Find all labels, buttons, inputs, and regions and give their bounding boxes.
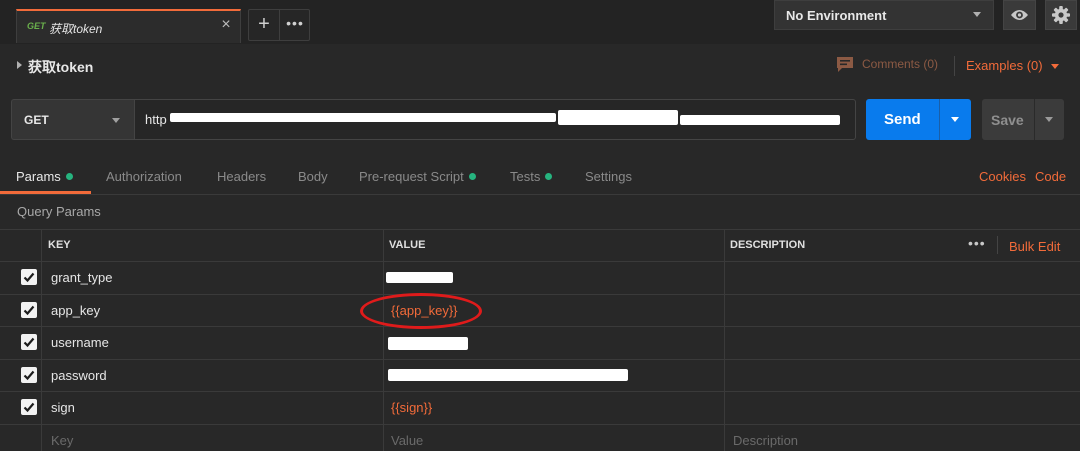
- table-row-new: Key Value Description: [0, 424, 1080, 451]
- chevron-down-icon[interactable]: [951, 117, 959, 122]
- new-key-input[interactable]: Key: [51, 433, 73, 448]
- query-params-table: KEY VALUE DESCRIPTION grant_type app_key…: [0, 229, 1080, 451]
- column-header-value: VALUE: [389, 239, 426, 251]
- eye-icon: [1011, 10, 1028, 20]
- new-value-input[interactable]: Value: [391, 433, 423, 448]
- comments-label: Comments (0): [862, 57, 939, 71]
- cookies-link[interactable]: Cookies: [979, 169, 1026, 184]
- checkmark-icon: [23, 305, 35, 316]
- table-row: sign {{sign}}: [0, 391, 1080, 423]
- redacted-url: [170, 113, 556, 122]
- tab-prerequest-label: Pre-request Script: [359, 169, 464, 184]
- caret-right-icon[interactable]: [17, 61, 22, 69]
- redacted-value: [386, 272, 453, 283]
- new-description-input[interactable]: Description: [733, 433, 798, 448]
- chevron-down-icon: [1051, 64, 1059, 69]
- status-dot: [545, 173, 553, 180]
- redacted-value: [388, 337, 468, 350]
- query-params-heading: Query Params: [17, 204, 101, 219]
- comment-icon: [837, 57, 853, 72]
- examples-dropdown[interactable]: Examples (0): [966, 58, 1043, 73]
- param-key[interactable]: app_key: [51, 303, 100, 318]
- request-tab-name: 获取token: [49, 22, 103, 36]
- request-subtabs: Params Authorization Headers Body Pre-re…: [0, 160, 1080, 195]
- gear-icon: [1052, 6, 1070, 24]
- more-tabs-icon[interactable]: •••: [280, 10, 310, 40]
- param-value[interactable]: {{sign}}: [391, 400, 432, 415]
- new-tab-button[interactable]: +: [249, 10, 280, 40]
- tab-settings[interactable]: Settings: [585, 169, 632, 184]
- checkmark-icon: [23, 402, 35, 413]
- method-select-label: GET: [24, 113, 49, 127]
- more-options-icon[interactable]: •••: [968, 235, 986, 251]
- environment-select-label: No Environment: [786, 8, 887, 23]
- divider: [954, 56, 955, 76]
- column-header-key: KEY: [48, 239, 71, 251]
- param-key[interactable]: grant_type: [51, 270, 112, 285]
- request-tab[interactable]: GET 获取token ×: [16, 9, 241, 43]
- request-title[interactable]: 获取token: [28, 57, 93, 77]
- annotation-circle: [360, 293, 482, 329]
- request-tab-method: GET: [27, 21, 46, 31]
- param-key[interactable]: password: [51, 368, 107, 383]
- divider: [997, 236, 998, 254]
- url-text: http: [145, 112, 167, 127]
- checkmark-icon: [23, 370, 35, 381]
- status-dot: [65, 173, 73, 180]
- tab-headers[interactable]: Headers: [217, 169, 266, 184]
- chevron-down-icon[interactable]: [1045, 117, 1053, 122]
- environment-select[interactable]: No Environment: [774, 0, 994, 30]
- tab-params-label: Params: [16, 169, 61, 184]
- save-button-label: Save: [991, 112, 1024, 128]
- row-checkbox[interactable]: [21, 302, 37, 318]
- tab-params[interactable]: Params: [16, 169, 73, 184]
- row-checkbox[interactable]: [21, 367, 37, 383]
- status-dot: [468, 173, 476, 180]
- row-checkbox[interactable]: [21, 269, 37, 285]
- active-tab-indicator: [0, 191, 91, 194]
- checkmark-icon: [23, 337, 35, 348]
- tab-prerequest-script[interactable]: Pre-request Script: [359, 169, 476, 184]
- environment-quick-look-button[interactable]: [1003, 0, 1036, 30]
- tab-tests[interactable]: Tests: [510, 169, 553, 184]
- table-row: app_key {{app_key}}: [0, 294, 1080, 326]
- manage-environments-button[interactable]: [1045, 0, 1077, 30]
- checkmark-icon: [23, 272, 35, 283]
- param-key[interactable]: sign: [51, 400, 75, 415]
- tab-authorization[interactable]: Authorization: [106, 169, 182, 184]
- divider: [0, 229, 1080, 230]
- close-icon[interactable]: ×: [218, 17, 234, 33]
- redacted-url: [680, 115, 840, 125]
- save-button[interactable]: Save: [982, 99, 1064, 140]
- chevron-down-icon: [973, 12, 981, 17]
- redacted-value: [388, 369, 628, 381]
- bulk-edit-link[interactable]: Bulk Edit: [1009, 239, 1060, 254]
- send-button-label: Send: [884, 111, 921, 128]
- divider: [1034, 99, 1035, 140]
- column-header-description: DESCRIPTION: [730, 239, 806, 251]
- tab-controls: + •••: [248, 9, 310, 41]
- param-key[interactable]: username: [51, 335, 109, 350]
- tab-tests-label: Tests: [510, 169, 541, 184]
- code-link[interactable]: Code: [1035, 169, 1066, 184]
- chevron-down-icon: [112, 118, 120, 123]
- method-select[interactable]: GET: [11, 99, 134, 140]
- row-checkbox[interactable]: [21, 334, 37, 350]
- tab-body[interactable]: Body: [298, 169, 328, 184]
- row-checkbox[interactable]: [21, 399, 37, 415]
- divider: [939, 99, 940, 140]
- table-row: username: [0, 326, 1080, 358]
- send-button[interactable]: Send: [866, 99, 971, 140]
- table-row: grant_type: [0, 261, 1080, 293]
- redacted-url: [558, 110, 678, 125]
